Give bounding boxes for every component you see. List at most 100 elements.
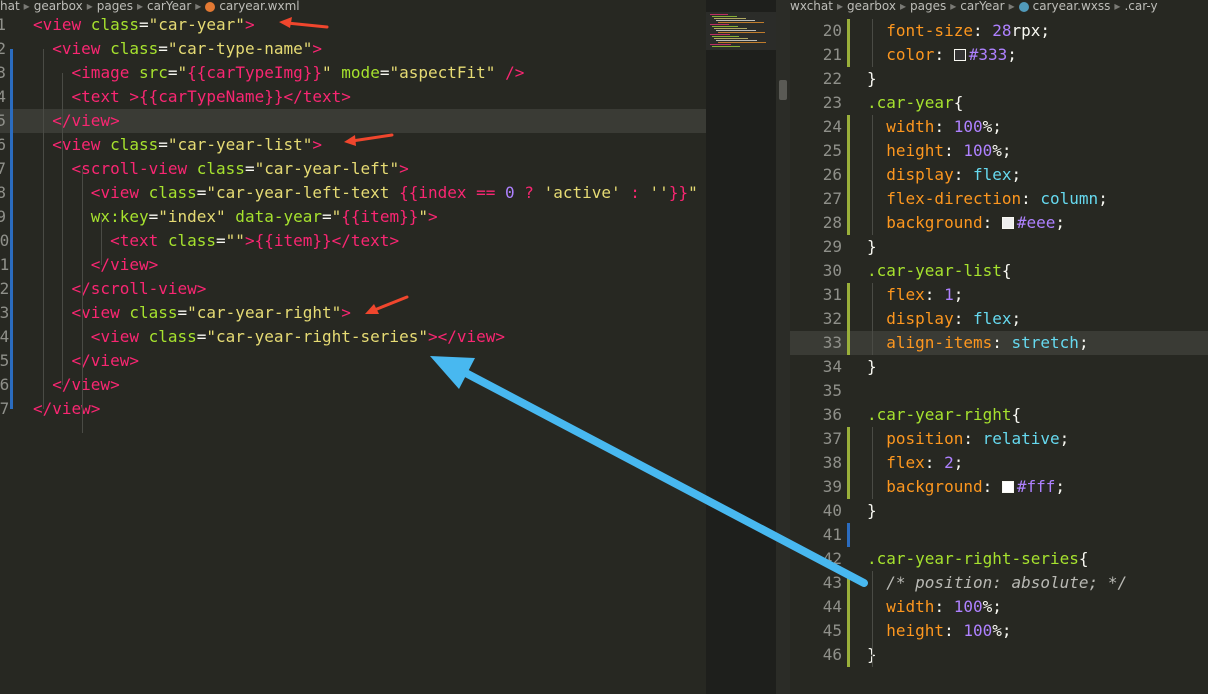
code-line[interactable]: 35	[790, 379, 1208, 403]
code-line[interactable]: 26 display: flex;	[790, 163, 1208, 187]
code-token: "	[322, 63, 332, 82]
code-line[interactable]: 2 <view class="car-type-name">	[0, 37, 706, 61]
code-line[interactable]: 38 flex: 2;	[790, 451, 1208, 475]
code-token: =	[196, 183, 207, 202]
code-line[interactable]: 17</view>	[0, 397, 706, 421]
code-line[interactable]: 45 height: 100%;	[790, 619, 1208, 643]
code-token: color	[867, 45, 935, 64]
minimap[interactable]	[706, 0, 776, 694]
code-line[interactable]: 7 <scroll-view class="car-year-left">	[0, 157, 706, 181]
code-line[interactable]: 21 color: #333;	[790, 43, 1208, 67]
code-token: >	[196, 279, 207, 298]
code-line[interactable]: 24 width: 100%;	[790, 115, 1208, 139]
breadcrumb-file[interactable]: caryear.wxss	[1033, 0, 1111, 13]
file-type-icon	[205, 1, 216, 12]
wxml-scrollbar-thumb[interactable]	[779, 80, 787, 100]
code-line[interactable]: 29}	[790, 235, 1208, 259]
code-line[interactable]: 10 <text class="">{{item}}</text>	[0, 229, 706, 253]
code-line[interactable]: 40}	[790, 499, 1208, 523]
code-token: text	[302, 87, 342, 106]
code-line[interactable]: 42 .car-year-right-series{	[790, 547, 1208, 571]
code-line[interactable]: 6 <view class="car-year-list">	[0, 133, 706, 157]
wxml-code-area[interactable]: 1 <view class="car-year"> 2 <view class="c…	[0, 13, 706, 433]
wxml-editor-pane[interactable]: hat ▸ gearbox ▸ pages ▸ carYear ▸ caryear.wxml 1…	[0, 0, 706, 694]
code-line[interactable]: 44 width: 100%;	[790, 595, 1208, 619]
code-token: }	[867, 237, 877, 256]
line-number: 42	[822, 549, 842, 568]
breadcrumb-part[interactable]: carYear	[147, 0, 191, 13]
code-line[interactable]: 5 </view>	[0, 109, 706, 133]
code-line[interactable]: 46}	[790, 643, 1208, 667]
code-line[interactable]: 27 flex-direction: column;	[790, 187, 1208, 211]
code-line[interactable]: 28 background: #eee;	[790, 211, 1208, 235]
code-line[interactable]: 33 align-items: stretch;	[790, 331, 1208, 355]
breadcrumb-symbol[interactable]: .car-y	[1124, 0, 1157, 13]
breadcrumb-part[interactable]: hat	[0, 0, 20, 13]
code-text: </view>	[33, 349, 139, 373]
code-token: ''	[649, 183, 669, 202]
code-text: }	[867, 499, 877, 523]
code-token: flex	[972, 165, 1012, 184]
code-token: ;	[1007, 45, 1017, 64]
code-line[interactable]: 23 .car-year{	[790, 91, 1208, 115]
code-line[interactable]: 41	[790, 523, 1208, 547]
code-line[interactable]: 13 <view class="car-year-right">	[0, 301, 706, 325]
code-line[interactable]: 30 .car-year-list{	[790, 259, 1208, 283]
code-line[interactable]: 31 flex: 1;	[790, 283, 1208, 307]
code-token: width	[867, 117, 935, 136]
code-line[interactable]: 11 </view>	[0, 253, 706, 277]
breadcrumb-part[interactable]: pages	[97, 0, 133, 13]
breadcrumb-part[interactable]: gearbox	[34, 0, 83, 13]
breadcrumb-file[interactable]: caryear.wxml	[219, 0, 299, 13]
code-line[interactable]: 12 </scroll-view>	[0, 277, 706, 301]
code-line[interactable]: 1 <view class="car-year">	[0, 13, 706, 37]
code-token: #333	[968, 45, 1008, 64]
color-swatch[interactable]	[1001, 217, 1014, 229]
breadcrumb-part[interactable]: wxchat	[790, 0, 833, 13]
code-line[interactable]: 9 wx:key="index" data-year="{{item}}">	[0, 205, 706, 229]
breadcrumb-part[interactable]: carYear	[960, 0, 1004, 13]
code-token: text	[119, 231, 159, 250]
code-line[interactable]: 37 position: relative;	[790, 427, 1208, 451]
code-text: <view class="car-year-right-series"></vi…	[33, 325, 505, 349]
code-line[interactable]: 43 /* position: absolute; */	[790, 571, 1208, 595]
wxml-scrollbar[interactable]	[776, 0, 790, 694]
code-line[interactable]: 22}	[790, 67, 1208, 91]
code-token: =	[322, 207, 332, 226]
gutter-modified-marker	[847, 523, 850, 547]
code-line[interactable]: 25 height: 100%;	[790, 139, 1208, 163]
code-line[interactable]: 4 <text >{{carTypeName}}</text>	[0, 85, 706, 109]
code-token: flex	[867, 453, 925, 472]
code-line[interactable]: 16 </view>	[0, 373, 706, 397]
code-text: </scroll-view>	[33, 277, 207, 301]
code-token: #eee	[1016, 213, 1056, 232]
code-token: </	[33, 375, 72, 394]
code-line[interactable]: 3 <image src="{{carTypeImg}}" mode="aspe…	[0, 61, 706, 85]
minimap-viewport[interactable]	[706, 12, 776, 50]
code-line[interactable]: 32 display: flex;	[790, 307, 1208, 331]
breadcrumb-part[interactable]: pages	[910, 0, 946, 13]
breadcrumb-part[interactable]: gearbox	[847, 0, 896, 13]
code-line[interactable]: 20 font-size: 28rpx;	[790, 19, 1208, 43]
code-line[interactable]: 36 .car-year-right{	[790, 403, 1208, 427]
code-token: 100	[963, 141, 993, 160]
color-swatch[interactable]	[953, 49, 966, 61]
code-text: .car-year-right-series{	[867, 547, 1089, 571]
code-token: class	[158, 231, 217, 250]
code-line[interactable]: 39 background: #fff;	[790, 475, 1208, 499]
code-text: }	[867, 355, 877, 379]
code-token: 'active'	[543, 183, 621, 202]
line-number: 28	[822, 213, 842, 232]
code-token: :	[982, 477, 1002, 496]
wxss-code-area[interactable]: 20 font-size: 28rpx; 21 color: #333; 22} 23…	[790, 19, 1208, 667]
indent-guide	[82, 169, 83, 433]
code-token: view	[81, 303, 120, 322]
code-line[interactable]: 8 <view class="car-year-left-text {{inde…	[0, 181, 706, 205]
code-line[interactable]: 34}	[790, 355, 1208, 379]
code-line[interactable]: 14 <view class="car-year-right-series"><…	[0, 325, 706, 349]
color-swatch[interactable]	[1001, 481, 1014, 493]
code-text: background: #fff;	[867, 475, 1065, 499]
code-line[interactable]: 15 </view>	[0, 349, 706, 373]
code-token: index	[418, 183, 467, 202]
wxss-editor-pane[interactable]: wxchat ▸ gearbox ▸ pages ▸ carYear ▸ caryear.wxs…	[790, 0, 1208, 694]
